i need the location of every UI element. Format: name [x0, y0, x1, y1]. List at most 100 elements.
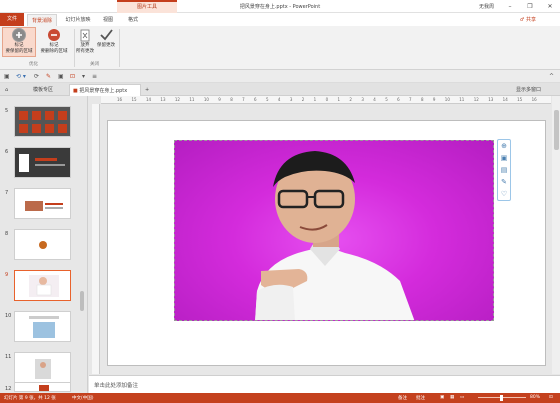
mark-keep-label2: 要保留的区域 — [5, 48, 33, 54]
slide-number: 7 — [5, 190, 9, 196]
ruler-tick-label: 12 — [174, 97, 180, 102]
fit-slide-icon[interactable]: ⊡ — [549, 395, 553, 400]
layout-icon[interactable]: ▤ — [498, 164, 510, 176]
slide-icon[interactable]: ▣ — [58, 73, 64, 80]
normal-view-icon[interactable]: ▣ — [440, 395, 444, 400]
save-icon[interactable]: ▣ — [4, 73, 10, 80]
template-zone-tab[interactable]: 模板专区 — [30, 84, 56, 96]
language-indicator[interactable]: 中文(中国) — [72, 395, 94, 401]
checkmark-icon — [99, 28, 113, 42]
ruler-tick-label: 2 — [349, 97, 352, 102]
vertical-ruler — [92, 104, 100, 374]
notes-button[interactable]: 备注 — [398, 395, 407, 401]
slide-thumbnail-6[interactable] — [14, 147, 71, 178]
discard-icon — [80, 28, 90, 42]
customize-qat-icon[interactable]: ▾ — [82, 73, 85, 80]
zoom-level[interactable]: 80% — [530, 395, 540, 400]
restore-icon[interactable]: ❐ — [520, 0, 540, 13]
ruler-tick-label: 6 — [254, 97, 257, 102]
thumbnail-scrollbar[interactable] — [80, 291, 84, 311]
window-controls: – ❐ ✕ — [500, 0, 560, 13]
slide-thumbnail-11[interactable] — [14, 352, 71, 383]
zoom-slider-knob[interactable] — [500, 395, 503, 401]
ruler-tick-label: 12 — [473, 97, 479, 102]
ruler-tick-label: 8 — [230, 97, 233, 102]
mark-keep-button[interactable]: 标记 要保留的区域 — [2, 27, 36, 57]
undo-icon[interactable]: ⟲ ▾ — [16, 73, 26, 80]
powerpoint-window: 图片工具 把风景穿在身上.pptx - PowerPoint 无我周 – ❐ ✕… — [0, 0, 560, 403]
ruler-tick-label: 5 — [385, 97, 388, 102]
tab-file[interactable]: 文件 — [0, 13, 24, 26]
slide-counter: 幻灯片 第 9 张，共 12 张 — [4, 396, 56, 401]
ruler-tick-label: 15 — [517, 97, 523, 102]
ruler-tick-label: 14 — [145, 97, 152, 102]
share-button[interactable]: ♂ 共享 — [520, 16, 536, 23]
collapse-ribbon-icon[interactable]: ^ — [549, 73, 554, 80]
group-label-refine: 优化 — [29, 62, 38, 67]
discard-label2: 所有更改 — [76, 48, 94, 54]
tab-background-removal[interactable]: 背景消除 — [27, 14, 57, 26]
ruler-tick-label: 15 — [131, 97, 137, 102]
ruler-tick-label: 9 — [432, 97, 436, 102]
mark-keep-icon — [12, 28, 26, 42]
reading-view-icon[interactable]: ▭ — [460, 395, 464, 400]
favorite-icon[interactable]: ♡ — [498, 188, 510, 200]
discard-changes-button[interactable]: 放弃 所有更改 — [75, 28, 95, 54]
group-separator — [119, 29, 120, 67]
mark-remove-label2: 要删除的区域 — [40, 48, 68, 54]
tab-slideshow[interactable]: 幻灯片放映 — [62, 14, 94, 26]
ruler-tick-label: 13 — [488, 97, 494, 102]
file-tab[interactable]: ■ 把风景穿在身上.pptx — [69, 84, 141, 96]
slide-thumbnail-9[interactable] — [14, 270, 71, 301]
slide-thumbnail-12[interactable] — [14, 382, 71, 392]
home-tab-icon[interactable]: ⌂ — [2, 84, 11, 96]
close-icon[interactable]: ✕ — [540, 0, 560, 13]
ruler-tick-label: 11 — [459, 97, 465, 102]
tab-view[interactable]: 视图 — [100, 14, 116, 26]
ruler-tick-label: 2 — [301, 97, 305, 102]
notes-pane[interactable]: 单击此处添加备注 — [89, 375, 560, 393]
redo-icon[interactable]: ⟳ — [34, 73, 39, 80]
ruler-tick-label: 3 — [361, 97, 364, 102]
document-tabs: ⌂ 模板专区 ■ 把风景穿在身上.pptx + 显示多窗口 — [0, 83, 560, 96]
ribbon-tabs: 文件 背景消除 幻灯片放映 视图 格式 ♂ 共享 — [0, 13, 560, 26]
picture-icon[interactable]: ▣ — [498, 152, 510, 164]
ruler-tick-label: 6 — [397, 97, 400, 102]
new-tab-button[interactable]: + — [142, 84, 152, 96]
ruler-tick-label: 0 — [325, 97, 329, 102]
slide-thumbnail-7[interactable] — [14, 188, 71, 219]
ruler-tick-label: 16 — [531, 97, 537, 102]
signin-user[interactable]: 无我周 — [479, 3, 494, 10]
slide-thumbnail-10[interactable] — [14, 311, 71, 342]
format-painter-icon[interactable]: ✎ — [46, 73, 51, 80]
comments-button[interactable]: 批注 — [416, 395, 425, 401]
qat-menu-icon[interactable]: ≡ — [92, 73, 97, 80]
add-element-icon[interactable]: ⊕ — [498, 140, 510, 152]
scroll-thumb[interactable] — [553, 110, 559, 150]
ruler-tick-label: 10 — [203, 97, 209, 102]
ruler-tick-label: 1 — [337, 97, 341, 102]
mark-remove-button[interactable]: 标记 要删除的区域 — [37, 28, 71, 54]
slide-number: 5 — [5, 108, 9, 114]
ribbon: 标记 要保留的区域 标记 要删除的区域 放弃 所有更改 保留更改 优化 关闭 — [0, 26, 560, 70]
edit-icon[interactable]: ✎ — [498, 176, 510, 188]
slide-thumbnail-5[interactable] — [14, 106, 71, 137]
vertical-scrollbar[interactable] — [552, 96, 560, 374]
ruler-tick-label: 5 — [265, 97, 269, 102]
minimize-icon[interactable]: – — [500, 0, 520, 13]
show-multi-window[interactable]: 显示多窗口 — [513, 84, 544, 96]
ruler-labels: 16 15 14 13 12 11 10 9 8 7 6 5 4 3 2 1 0 1 2 3 4 5 6 7 8 9 10 11 12 1… — [117, 97, 537, 102]
window-title: 把风景穿在身上.pptx - PowerPoint — [239, 4, 321, 10]
title-bar: 图片工具 把风景穿在身上.pptx - PowerPoint 无我周 – ❐ ✕ — [0, 0, 560, 13]
group-label-close: 关闭 — [90, 62, 99, 67]
tab-format[interactable]: 格式 — [124, 14, 142, 26]
screenshot-icon[interactable]: ⊡ — [70, 73, 75, 80]
sorter-view-icon[interactable]: ▦ — [450, 395, 454, 400]
keep-changes-button[interactable]: 保留更改 — [95, 28, 117, 49]
file-tab-label: 把风景穿在身上.pptx — [79, 88, 128, 94]
picture-background-removal[interactable] — [174, 140, 494, 321]
slide-thumbnail-8[interactable] — [14, 229, 71, 260]
slide-number: 9 — [5, 272, 9, 278]
status-bar: 幻灯片 第 9 张，共 12 张 中文(中国) 备注 批注 ▣ ▦ ▭ 80% … — [0, 393, 560, 403]
ruler-tick-label: 4 — [277, 97, 281, 102]
